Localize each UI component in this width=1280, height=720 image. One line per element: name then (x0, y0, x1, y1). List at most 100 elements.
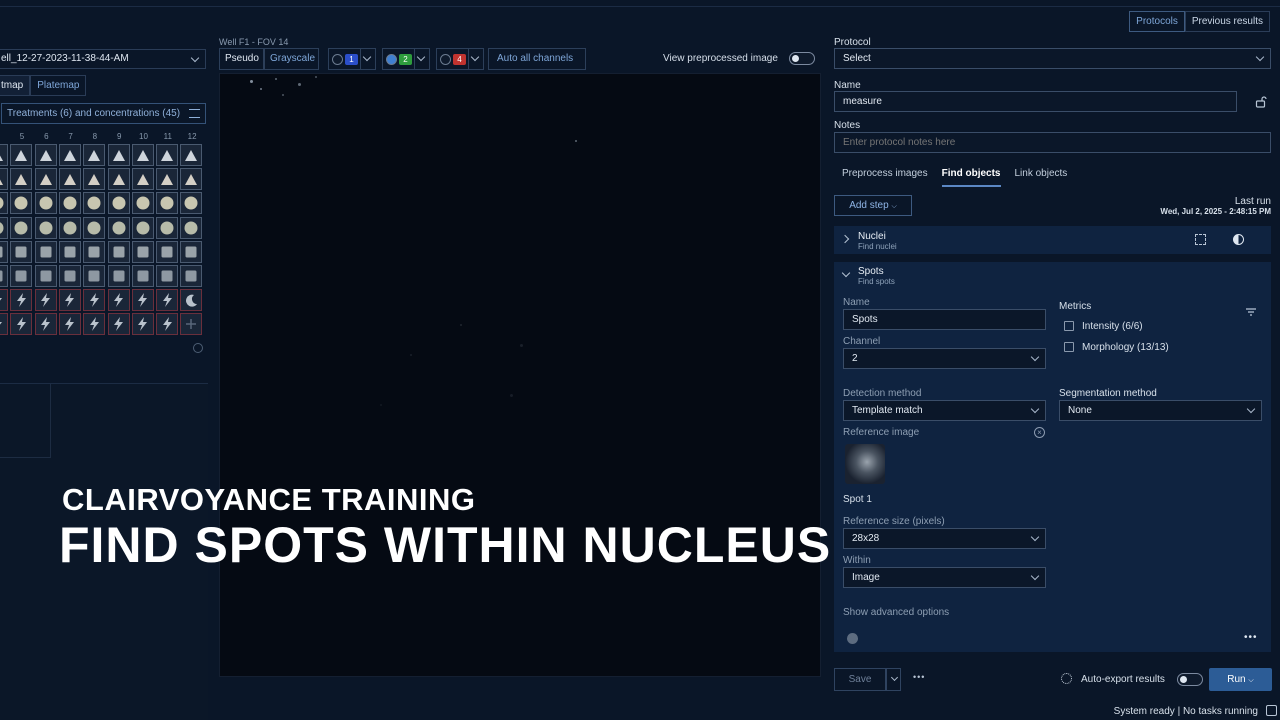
plate-well[interactable] (180, 313, 203, 336)
plate-well[interactable] (131, 168, 154, 191)
plate-well[interactable] (10, 144, 33, 166)
channel-color-dot[interactable] (332, 54, 343, 65)
protocol-name-input[interactable] (834, 91, 1237, 112)
plate-well[interactable] (58, 240, 81, 263)
experiment-select[interactable]: ell_12-27-2023-11-38-44-AM (0, 49, 206, 69)
plate-well[interactable] (107, 168, 130, 191)
plate-well[interactable] (58, 192, 81, 215)
channel-2-control[interactable]: 2 (382, 48, 430, 70)
info-icon[interactable] (193, 343, 203, 353)
protocol-select[interactable]: Select (834, 48, 1271, 69)
plate-well[interactable] (180, 240, 203, 263)
plate-well[interactable] (180, 144, 203, 166)
pseudo-button[interactable]: Pseudo (219, 48, 264, 70)
plate-well[interactable] (83, 168, 106, 191)
plate-well[interactable] (10, 216, 33, 239)
plate-well[interactable] (58, 265, 81, 287)
intensity-checkbox[interactable] (1064, 321, 1074, 331)
plate-well[interactable] (83, 289, 106, 312)
tab-platemap[interactable]: Platemap (30, 75, 87, 96)
plate-well[interactable] (0, 289, 8, 312)
tab-heatmap[interactable]: tmap (0, 75, 31, 96)
run-button[interactable]: Run ⌵ (1209, 668, 1272, 691)
plate-well[interactable] (10, 265, 33, 287)
chevron-down-icon[interactable] (416, 52, 426, 62)
tab-protocols[interactable]: Protocols (1129, 11, 1185, 32)
plate-well[interactable] (34, 168, 57, 191)
close-icon[interactable]: × (1034, 427, 1045, 438)
channel-1-control[interactable]: 1 (328, 48, 376, 70)
plate-well[interactable] (156, 216, 179, 239)
chevron-down-icon[interactable] (841, 268, 851, 278)
plate-well[interactable] (34, 313, 57, 336)
tab-find-objects[interactable]: Find objects (941, 168, 1001, 187)
plate-well[interactable] (58, 216, 81, 239)
plate-well[interactable] (83, 313, 106, 336)
plate-well[interactable] (156, 313, 179, 336)
plate-well[interactable] (0, 265, 8, 287)
gear-icon[interactable] (1061, 673, 1072, 684)
plate-well[interactable] (0, 313, 8, 336)
reference-size-select[interactable]: 28x28 (843, 528, 1046, 549)
channel-4-control[interactable]: 4 (436, 48, 484, 70)
selection-icon[interactable] (1195, 234, 1206, 245)
plate-well[interactable] (0, 144, 8, 166)
plate-well[interactable] (107, 313, 130, 336)
plate-well[interactable] (156, 168, 179, 191)
reference-image-thumbnail[interactable] (845, 444, 885, 484)
contrast-icon[interactable] (1233, 234, 1244, 245)
plate-well[interactable] (156, 192, 179, 215)
chevron-down-icon[interactable] (362, 52, 372, 62)
plate-well[interactable] (131, 313, 154, 336)
channel-color-dot[interactable] (440, 54, 451, 65)
plate-well[interactable] (58, 168, 81, 191)
segmentation-method-select[interactable]: None (1059, 400, 1262, 421)
view-preprocessed-toggle[interactable] (789, 52, 815, 65)
plate-well[interactable] (156, 240, 179, 263)
detection-method-select[interactable]: Template match (843, 400, 1046, 421)
step-nuclei[interactable]: Nuclei Find nuclei (834, 226, 1271, 254)
channel-select[interactable]: 2 (843, 348, 1046, 369)
play-icon[interactable] (847, 633, 858, 644)
activity-icon[interactable] (1266, 705, 1277, 716)
plate-well[interactable] (83, 265, 106, 287)
plate-well[interactable] (58, 289, 81, 312)
plate-well[interactable] (180, 192, 203, 215)
plate-well[interactable] (107, 192, 130, 215)
tab-previous-results[interactable]: Previous results (1184, 11, 1270, 32)
plate-well[interactable] (107, 240, 130, 263)
tab-preprocess-images[interactable]: Preprocess images (842, 168, 928, 179)
plate-well[interactable] (10, 313, 33, 336)
channel-color-dot[interactable] (386, 54, 397, 65)
plate-well[interactable] (0, 168, 8, 191)
notes-input[interactable] (834, 132, 1271, 153)
plate-well[interactable] (10, 168, 33, 191)
auto-export-toggle[interactable] (1177, 673, 1203, 686)
within-select[interactable]: Image (843, 567, 1046, 588)
plate-well[interactable] (34, 144, 57, 166)
plate-well[interactable] (107, 265, 130, 287)
plate-well[interactable] (156, 289, 179, 312)
plate-well[interactable] (10, 192, 33, 215)
grayscale-button[interactable]: Grayscale (264, 48, 319, 70)
plate-well[interactable] (131, 216, 154, 239)
plate-well[interactable] (34, 216, 57, 239)
plate-well[interactable] (180, 168, 203, 191)
save-dropdown-button[interactable] (886, 668, 901, 691)
plate-well[interactable] (107, 144, 130, 166)
plate-well[interactable] (0, 216, 8, 239)
plate-well[interactable] (34, 192, 57, 215)
add-step-button[interactable]: Add step ⌵ (834, 195, 912, 216)
plate-well[interactable] (156, 265, 179, 287)
plate-well[interactable] (58, 144, 81, 166)
plate-well[interactable] (83, 240, 106, 263)
plate-well[interactable] (34, 289, 57, 312)
plate-well[interactable] (180, 216, 203, 239)
plate-well[interactable] (34, 265, 57, 287)
more-options-icon[interactable]: ••• (913, 672, 925, 682)
plate-well[interactable] (131, 144, 154, 166)
plate-well[interactable] (0, 240, 8, 263)
morphology-checkbox[interactable] (1064, 342, 1074, 352)
show-advanced-options[interactable]: Show advanced options (843, 607, 949, 618)
auto-all-channels-button[interactable]: Auto all channels (488, 48, 586, 70)
